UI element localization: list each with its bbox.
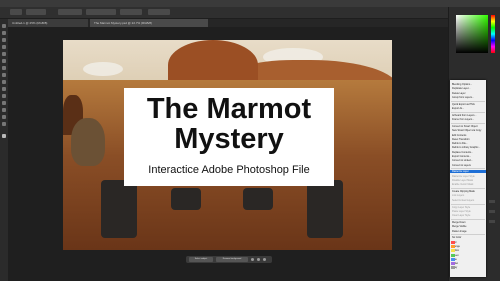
marmot-photo xyxy=(71,118,105,166)
armchair-left xyxy=(101,180,137,238)
menu-item[interactable]: Merge Visible xyxy=(452,225,466,228)
brush-tool-icon[interactable] xyxy=(2,73,6,77)
layer-thumbnail[interactable] xyxy=(489,200,495,203)
type-tool-icon[interactable] xyxy=(2,101,6,105)
menu-item[interactable]: Artboard from Layers... xyxy=(452,114,476,117)
gradient-tool-icon[interactable] xyxy=(2,94,6,98)
menu-separator xyxy=(451,168,485,170)
select-subject-button[interactable]: Select subject xyxy=(189,257,213,262)
crop-tool-icon[interactable] xyxy=(2,52,6,56)
cloud xyxy=(83,62,123,76)
armchair-back-right xyxy=(243,188,273,210)
menu-item[interactable]: Blending Options... xyxy=(452,83,472,86)
menu-separator xyxy=(451,100,485,102)
layer-thumbnail[interactable] xyxy=(489,220,495,223)
menu-item[interactable]: Export Contents... xyxy=(452,155,471,158)
color-swatch-icon xyxy=(451,244,455,248)
menu-separator xyxy=(451,122,485,124)
menu-item[interactable]: Flatten Image xyxy=(452,230,467,233)
more-options-icon[interactable] xyxy=(251,258,254,261)
title-subtitle: Interactice Adobe Photoshop File xyxy=(148,164,310,176)
armchair-right xyxy=(307,180,343,238)
menu-item[interactable]: No Color xyxy=(452,236,461,239)
healing-tool-icon[interactable] xyxy=(2,66,6,70)
menu-item[interactable]: Convert to Linked... xyxy=(452,159,473,162)
menu-item: Copy Layer Style xyxy=(452,205,471,209)
color-swatch-icon xyxy=(451,240,455,244)
menu-item: Link Layers xyxy=(452,194,465,198)
menu-item: Disable Layer Mask xyxy=(452,179,473,182)
quick-select-tool-icon[interactable] xyxy=(2,45,6,49)
hue-slider[interactable] xyxy=(491,15,495,53)
options-field[interactable] xyxy=(26,9,46,15)
move-tool-icon[interactable] xyxy=(2,24,6,28)
menu-item: Clear Layer Style xyxy=(452,214,471,218)
menu-item[interactable]: Merge Down xyxy=(452,221,466,224)
color-swatch-icon xyxy=(451,266,455,270)
stamp-tool-icon[interactable] xyxy=(2,80,6,84)
menu-item[interactable]: Relink to Library Graphic... xyxy=(452,146,480,149)
tab-document-2[interactable]: The Marmot Mystery.psd @ 22.7% (RGB/8) xyxy=(90,19,208,27)
menu-separator xyxy=(451,111,485,113)
menu-item[interactable]: Group from Layers... xyxy=(452,96,474,99)
hand-tool-icon[interactable] xyxy=(2,115,6,119)
menu-item[interactable]: Rasterize Layer xyxy=(450,170,486,174)
menu-item: Select Linked Layers xyxy=(452,198,475,202)
menu-item[interactable]: Relink to File... xyxy=(452,142,468,145)
tab-document-1[interactable]: Untitled-1 @ 25% (RGB/8) xyxy=(8,19,88,27)
menu-item[interactable]: Duplicate Layer... xyxy=(452,87,470,90)
menu-separator xyxy=(451,218,485,220)
menu-item[interactable]: Reset Transform xyxy=(452,138,470,141)
menu-item[interactable]: Convert to Smart Object xyxy=(452,125,478,128)
menu-item[interactable]: Convert to Layers xyxy=(452,164,471,167)
menu-item[interactable]: Frame from Layers... xyxy=(452,118,474,121)
menu-item[interactable]: Export As... xyxy=(452,107,464,110)
menu-item: Rasterize Layer Style xyxy=(452,174,475,178)
armchair-back-left xyxy=(171,188,201,210)
close-icon[interactable] xyxy=(263,258,266,261)
title-card[interactable]: The Marmot Mystery Interactice Adobe Pho… xyxy=(124,88,334,186)
tool-preset-picker[interactable] xyxy=(10,9,22,15)
menu-item: Paste Layer Style xyxy=(452,209,471,213)
remove-background-button[interactable]: Remove background xyxy=(216,257,248,262)
pen-tool-icon[interactable] xyxy=(2,108,6,112)
title-line-1: The Marmot xyxy=(146,93,312,125)
color-swatch-icon xyxy=(451,262,455,266)
foreground-color-icon[interactable] xyxy=(2,134,6,138)
menu-item: Enable Vector Mask xyxy=(452,183,474,187)
options-bar[interactable] xyxy=(0,7,500,19)
eraser-tool-icon[interactable] xyxy=(2,87,6,91)
options-field[interactable] xyxy=(58,9,82,15)
lasso-tool-icon[interactable] xyxy=(2,38,6,42)
color-picker-field[interactable] xyxy=(456,15,488,53)
pin-icon[interactable] xyxy=(257,258,260,261)
menu-item[interactable]: Replace Contents... xyxy=(452,151,473,154)
menu-bar[interactable] xyxy=(0,0,500,7)
menu-item[interactable]: Quick Export as PNG xyxy=(452,103,475,106)
contextual-task-bar: Select subject Remove background xyxy=(186,256,272,263)
menu-separator xyxy=(451,203,485,205)
color-swatch-icon xyxy=(451,257,455,261)
eyedropper-tool-icon[interactable] xyxy=(2,59,6,63)
layer-thumbnail[interactable] xyxy=(489,210,495,213)
zoom-tool-icon[interactable] xyxy=(2,122,6,126)
document-tabs: Untitled-1 @ 25% (RGB/8) The Marmot Myst… xyxy=(8,19,448,27)
menu-item[interactable]: Edit Contents xyxy=(452,134,466,137)
menu-separator xyxy=(451,188,485,190)
options-field[interactable] xyxy=(120,9,142,15)
options-field[interactable] xyxy=(86,9,116,15)
menu-item[interactable]: New Smart Object via Copy xyxy=(452,129,481,132)
marquee-tool-icon[interactable] xyxy=(2,31,6,35)
options-field[interactable] xyxy=(148,9,170,15)
menu-separator xyxy=(451,234,485,236)
color-swatch-icon xyxy=(451,253,455,257)
title-line-2: Mystery xyxy=(174,123,284,155)
menu-item[interactable]: Delete Layer xyxy=(452,92,466,95)
layer-context-menu: Blending Options... Duplicate Layer... Del… xyxy=(450,80,486,277)
menu-item[interactable]: Create Clipping Mask xyxy=(452,190,475,193)
color-swatch-icon xyxy=(451,249,455,253)
